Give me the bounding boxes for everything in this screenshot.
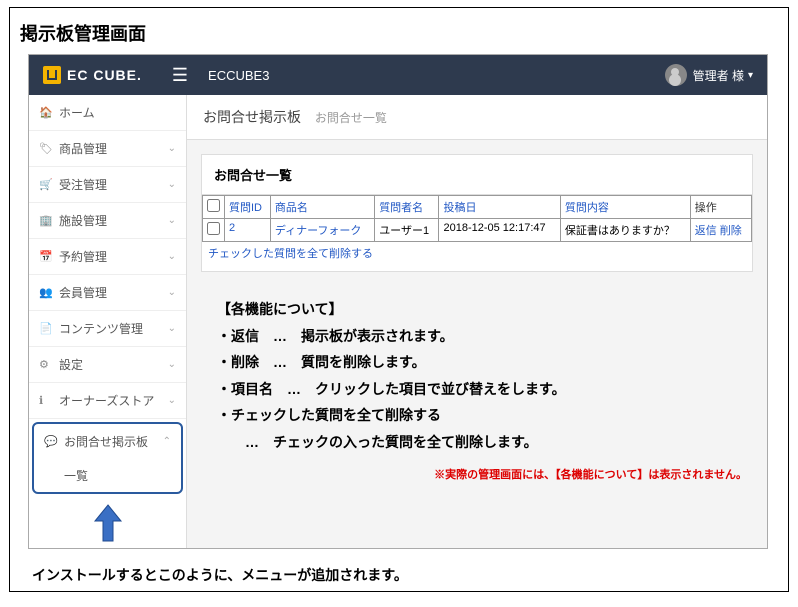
col-header[interactable]: 質問者名 xyxy=(375,196,439,219)
row-checkbox[interactable] xyxy=(207,222,220,235)
chevron-up-icon: ⌃ xyxy=(163,436,171,447)
app-frame: EC CUBE. ☰ ECCUBE3 管理者 様 ▾ 🏠 ホーム 🏷 商品管理 ⌄ 🛒 受注… xyxy=(28,54,768,549)
logo: EC CUBE. xyxy=(29,66,160,84)
chevron-down-icon: ⌄ xyxy=(168,143,176,154)
delete-all-link[interactable]: チェックした質問を全て削除する xyxy=(202,242,752,271)
sidebar-icon: 🏢 xyxy=(39,214,53,227)
speech-icon: 💬 xyxy=(44,435,58,448)
sidebar-item-5[interactable]: 👥 会員管理 ⌄ xyxy=(29,275,186,311)
col-header[interactable]: 商品名 xyxy=(270,196,374,219)
col-header[interactable]: 質問内容 xyxy=(560,196,690,219)
feature-line: ・返信 … 掲示板が表示されます。 xyxy=(217,323,737,350)
chevron-down-icon: ⌄ xyxy=(168,359,176,370)
sidebar-icon: 🏠 xyxy=(39,106,53,119)
sidebar-item-label: 会員管理 xyxy=(59,284,107,301)
panel-title: お問合せ一覧 xyxy=(202,155,752,195)
feature-line: ・削除 … 質問を削除します。 xyxy=(217,349,737,376)
user-menu[interactable]: 管理者 様 ▾ xyxy=(665,64,767,86)
breadcrumb: お問合せ掲示板 お問合せ一覧 xyxy=(187,95,767,140)
sidebar-icon: 🏷 xyxy=(39,142,53,155)
feature-notes: 【各機能について】 ・返信 … 掲示板が表示されます。・削除 … 質問を削除しま… xyxy=(187,286,767,466)
sidebar-highlight: 💬 お問合せ掲示板 ⌃ 一覧 xyxy=(32,422,183,494)
col-checkbox xyxy=(203,196,225,219)
sidebar-icon: ⚙ xyxy=(39,358,53,371)
sidebar-item-label: 商品管理 xyxy=(59,140,107,157)
sidebar-item-label: お問合せ掲示板 xyxy=(64,433,148,450)
col-header: 操作 xyxy=(690,196,751,219)
inquiry-table: 質問ID商品名質問者名投稿日質問内容操作 2 ディナーフォーク ユーザー1 20… xyxy=(202,195,752,242)
sidebar-item-2[interactable]: 🛒 受注管理 ⌄ xyxy=(29,167,186,203)
col-header[interactable]: 投稿日 xyxy=(439,196,560,219)
sidebar-icon: ℹ xyxy=(39,394,53,407)
feature-warning: ※実際の管理画面には、【各機能について】は表示されません。 xyxy=(187,466,767,490)
sidebar-item-label: 受注管理 xyxy=(59,176,107,193)
chevron-down-icon: ⌄ xyxy=(168,179,176,190)
breadcrumb-sub: お問合せ一覧 xyxy=(315,111,387,125)
user-name: 管理者 様 xyxy=(693,67,744,84)
sidebar-item-label: 設定 xyxy=(59,356,83,373)
breadcrumb-main: お問合せ掲示板 xyxy=(203,109,301,125)
cell-date: 2018-12-05 12:17:47 xyxy=(439,219,560,242)
feature-line: … チェックの入った質問を全て削除します。 xyxy=(217,429,737,456)
chevron-down-icon: ⌄ xyxy=(168,395,176,406)
chevron-down-icon: ▾ xyxy=(748,70,753,81)
page-heading: 掲示板管理画面 xyxy=(10,8,788,54)
main-content: お問合せ掲示板 お問合せ一覧 お問合せ一覧 質問ID商品名質問者名投稿日質問内容… xyxy=(187,95,767,548)
sidebar-item-3[interactable]: 🏢 施設管理 ⌄ xyxy=(29,203,186,239)
sidebar-item-inquiry-board[interactable]: 💬 お問合せ掲示板 ⌃ xyxy=(34,424,181,459)
topnav-title: ECCUBE3 xyxy=(208,68,269,83)
chevron-down-icon: ⌄ xyxy=(168,287,176,298)
hamburger-icon[interactable]: ☰ xyxy=(160,65,200,86)
table-row: 2 ディナーフォーク ユーザー1 2018-12-05 12:17:47 保証書… xyxy=(203,219,752,242)
logo-text: EC CUBE. xyxy=(67,67,142,83)
bottom-caption: インストールするとこのように、メニューが追加されます。 xyxy=(10,557,788,585)
sidebar-item-0[interactable]: 🏠 ホーム xyxy=(29,95,186,131)
logo-icon xyxy=(43,66,61,84)
col-header[interactable]: 質問ID xyxy=(225,196,271,219)
sidebar-item-label: 予約管理 xyxy=(59,248,107,265)
callout-arrow xyxy=(29,497,186,548)
sidebar-item-label: ホーム xyxy=(59,104,95,121)
sidebar-item-label: オーナーズストア xyxy=(59,392,154,409)
cell-product[interactable]: ディナーフォーク xyxy=(275,225,362,237)
feature-heading: 【各機能について】 xyxy=(217,296,737,323)
sidebar-item-label: 施設管理 xyxy=(59,212,107,229)
reply-link[interactable]: 返信 xyxy=(695,225,717,237)
sidebar-icon: 📅 xyxy=(39,250,53,263)
cell-content: 保証書はありますか？ xyxy=(560,219,690,242)
cell-ops: 返信 削除 xyxy=(690,219,751,242)
avatar-icon xyxy=(665,64,687,86)
sidebar-item-6[interactable]: 📄 コンテンツ管理 ⌄ xyxy=(29,311,186,347)
sidebar: 🏠 ホーム 🏷 商品管理 ⌄ 🛒 受注管理 ⌄ 🏢 施設管理 ⌄ 📅 予約管理 ⌄ 👥 会員管理 ⌄ 📄 コンテンツ… xyxy=(29,95,187,548)
sidebar-icon: 👥 xyxy=(39,286,53,299)
select-all-checkbox[interactable] xyxy=(207,199,220,212)
chevron-down-icon: ⌄ xyxy=(168,323,176,334)
sidebar-item-4[interactable]: 📅 予約管理 ⌄ xyxy=(29,239,186,275)
chevron-down-icon: ⌄ xyxy=(168,215,176,226)
sidebar-item-7[interactable]: ⚙ 設定 ⌄ xyxy=(29,347,186,383)
sidebar-item-label: コンテンツ管理 xyxy=(59,320,143,337)
cell-author: ユーザー1 xyxy=(375,219,439,242)
sidebar-item-8[interactable]: ℹ オーナーズストア ⌄ xyxy=(29,383,186,419)
feature-line: ・チェックした質問を全て削除する xyxy=(217,402,737,429)
sidebar-icon: 📄 xyxy=(39,322,53,335)
cell-id[interactable]: 2 xyxy=(229,222,235,234)
delete-link[interactable]: 削除 xyxy=(720,225,742,237)
topbar: EC CUBE. ☰ ECCUBE3 管理者 様 ▾ xyxy=(29,55,767,95)
sidebar-icon: 🛒 xyxy=(39,178,53,191)
feature-line: ・項目名 … クリックした項目で並び替えをします。 xyxy=(217,376,737,403)
sidebar-item-1[interactable]: 🏷 商品管理 ⌄ xyxy=(29,131,186,167)
sidebar-subitem-list[interactable]: 一覧 xyxy=(34,459,181,492)
chevron-down-icon: ⌄ xyxy=(168,251,176,262)
inquiry-panel: お問合せ一覧 質問ID商品名質問者名投稿日質問内容操作 2 ディナーフォーク ユ… xyxy=(201,154,753,272)
